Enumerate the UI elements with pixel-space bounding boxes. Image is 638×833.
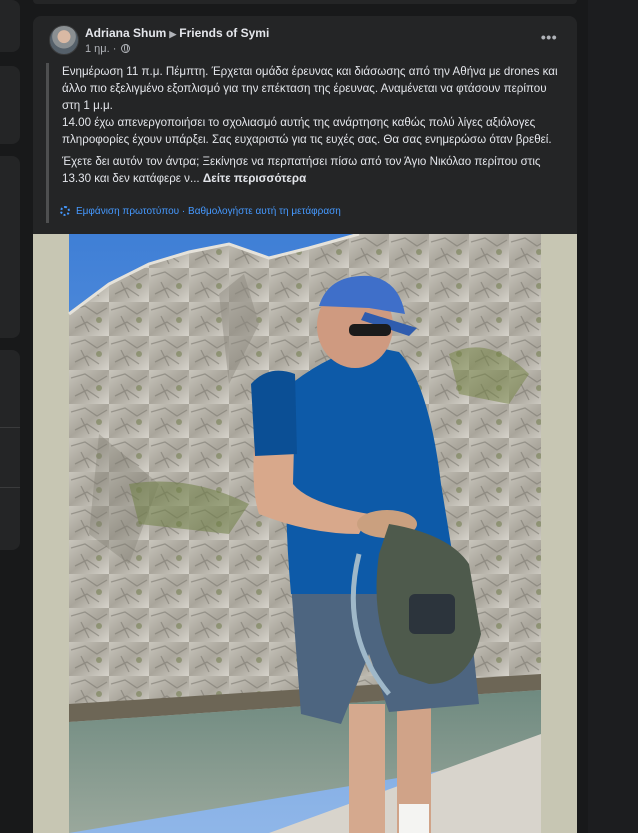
arrow-right-icon: ▶	[169, 29, 177, 39]
rate-translation-link[interactable]: Βαθμολογήστε αυτή τη μετάφραση	[188, 206, 341, 217]
paragraph-2: 14.00 έχω απενεργοποιήσει το σχολιασμό α…	[62, 116, 552, 146]
gear-icon	[60, 206, 70, 216]
translation-bar: Εμφάνιση πρωτοτύπου · Βαθμολογήστε αυτή …	[60, 206, 341, 217]
show-original-link[interactable]: Εμφάνιση πρωτοτύπου	[76, 206, 179, 217]
ellipsis-icon: •••	[540, 29, 558, 45]
post-time[interactable]: 1 ημ.	[85, 43, 110, 55]
left-panel-fragment	[0, 66, 20, 144]
globe-icon	[121, 44, 131, 53]
left-panel-fragment	[0, 350, 20, 550]
previous-post-fragment	[33, 0, 577, 4]
see-more-link[interactable]: Δείτε περισσότερα	[203, 172, 306, 185]
post-card: Adriana Shum ▶ Friends of Symi 1 ημ. · •••…	[33, 16, 577, 833]
author-line: Adriana Shum ▶ Friends of Symi	[85, 26, 269, 40]
post-photo[interactable]	[33, 232, 577, 833]
author-name[interactable]: Adriana Shum	[85, 26, 166, 40]
dot-separator: ·	[181, 206, 186, 217]
right-gutter	[588, 0, 638, 833]
post-text: Ενημέρωση 11 π.μ. Πέμπτη. Έρχεται ομάδα …	[46, 63, 566, 223]
paragraph-1: Ενημέρωση 11 π.μ. Πέμπτη. Έρχεται ομάδα …	[62, 65, 558, 112]
left-panel-fragment	[0, 0, 20, 52]
post-paragraph-last: Έχετε δει αυτόν τον άντρα; Ξεκίνησε να π…	[62, 153, 566, 187]
photo-image	[68, 232, 541, 833]
post-paragraph: Ενημέρωση 11 π.μ. Πέμπτη. Έρχεται ομάδα …	[62, 63, 566, 148]
left-panel-fragment	[0, 156, 20, 338]
post-header: Adriana Shum ▶ Friends of Symi 1 ημ. · •••	[33, 16, 577, 64]
avatar[interactable]	[49, 25, 79, 55]
group-name[interactable]: Friends of Symi	[179, 26, 269, 40]
more-options-button[interactable]: •••	[539, 30, 559, 48]
dot-separator: ·	[112, 43, 117, 55]
post-meta: 1 ημ. ·	[85, 43, 131, 55]
